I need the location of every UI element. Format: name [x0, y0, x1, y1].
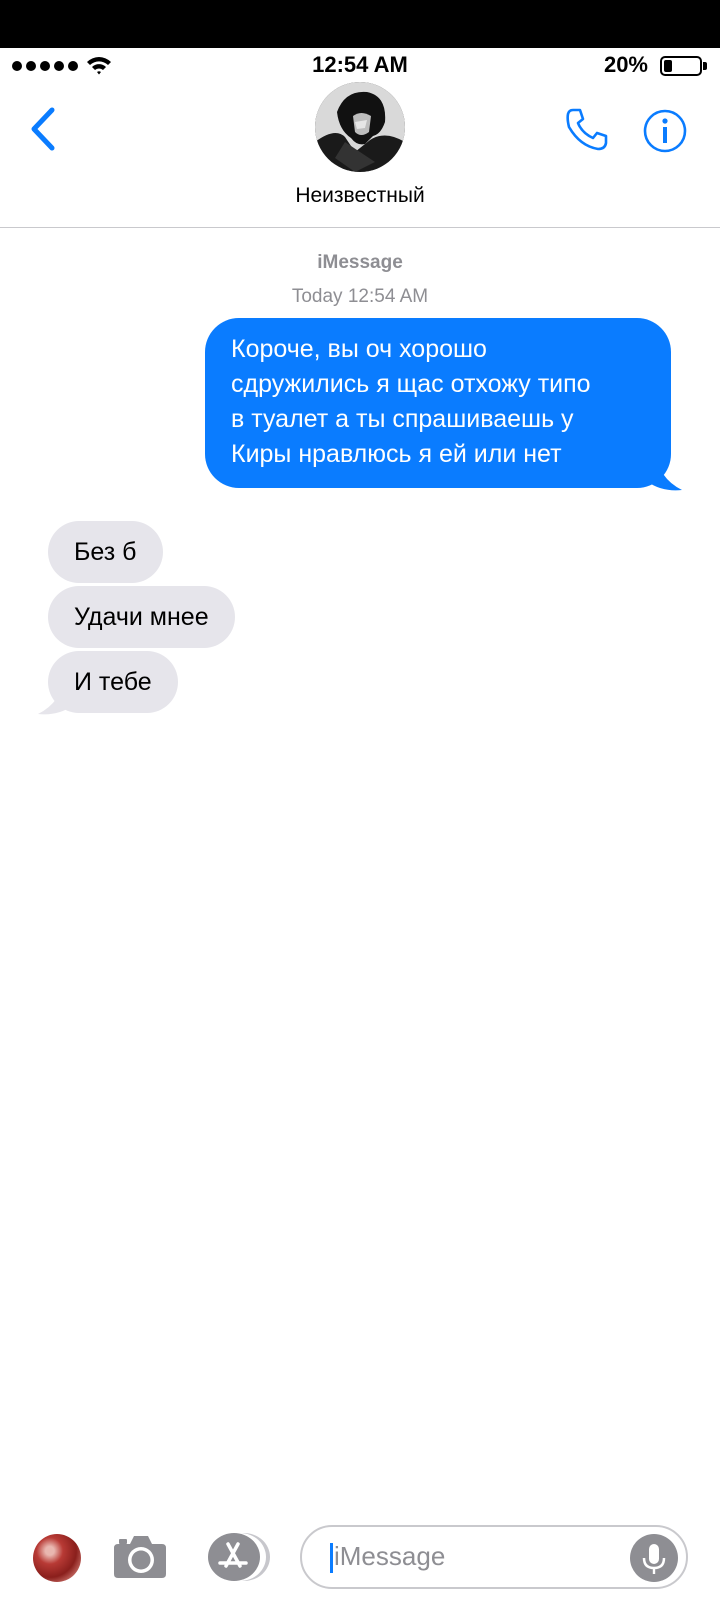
- phone-icon[interactable]: [564, 106, 610, 152]
- camera-icon[interactable]: [112, 1530, 168, 1582]
- conversation-header: Неизвестный: [0, 82, 720, 228]
- message-input-placeholder: iMessage: [334, 1541, 446, 1571]
- incoming-message-bubble[interactable]: Удачи мнее: [48, 586, 235, 648]
- message-line: Киры нравлюсь я ей или нет: [231, 440, 562, 468]
- photos-app-icon[interactable]: [33, 1534, 81, 1582]
- text-caret: [330, 1543, 333, 1573]
- avatar-image: [315, 82, 405, 172]
- battery-tip: [703, 62, 707, 70]
- incoming-bubble-tail: [38, 676, 72, 715]
- message-input[interactable]: iMessage: [300, 1525, 688, 1589]
- conversation-timestamp: Today 12:54 AM: [291, 286, 429, 307]
- service-label: iMessage: [317, 252, 403, 273]
- message-line: сдружились я щас отхожу типо: [231, 370, 591, 398]
- message-composer: iMessage: [0, 1520, 720, 1600]
- outgoing-bubble-tail: [648, 452, 682, 491]
- top-black-bar: [0, 0, 720, 48]
- app-store-icon[interactable]: [204, 1532, 270, 1582]
- status-bar: 12:54 AM 20%: [0, 48, 720, 82]
- microphone-icon[interactable]: [630, 1534, 678, 1582]
- battery-percentage: 20%: [603, 52, 648, 77]
- message-line: Короче, вы оч хорошо: [231, 335, 487, 363]
- chevron-left-icon[interactable]: [28, 106, 58, 152]
- info-icon[interactable]: [642, 108, 688, 154]
- battery-icon: [660, 56, 702, 76]
- message-line: в туалет а ты спрашиваешь у: [231, 405, 574, 433]
- microphone-glyph: [642, 1544, 666, 1574]
- incoming-message-bubble[interactable]: Без б: [48, 521, 163, 583]
- contact-avatar[interactable]: [315, 82, 405, 172]
- contact-name[interactable]: Неизвестный: [0, 184, 720, 208]
- outgoing-message-bubble[interactable]: Короче, вы оч хорошо сдружились я щас от…: [205, 318, 671, 488]
